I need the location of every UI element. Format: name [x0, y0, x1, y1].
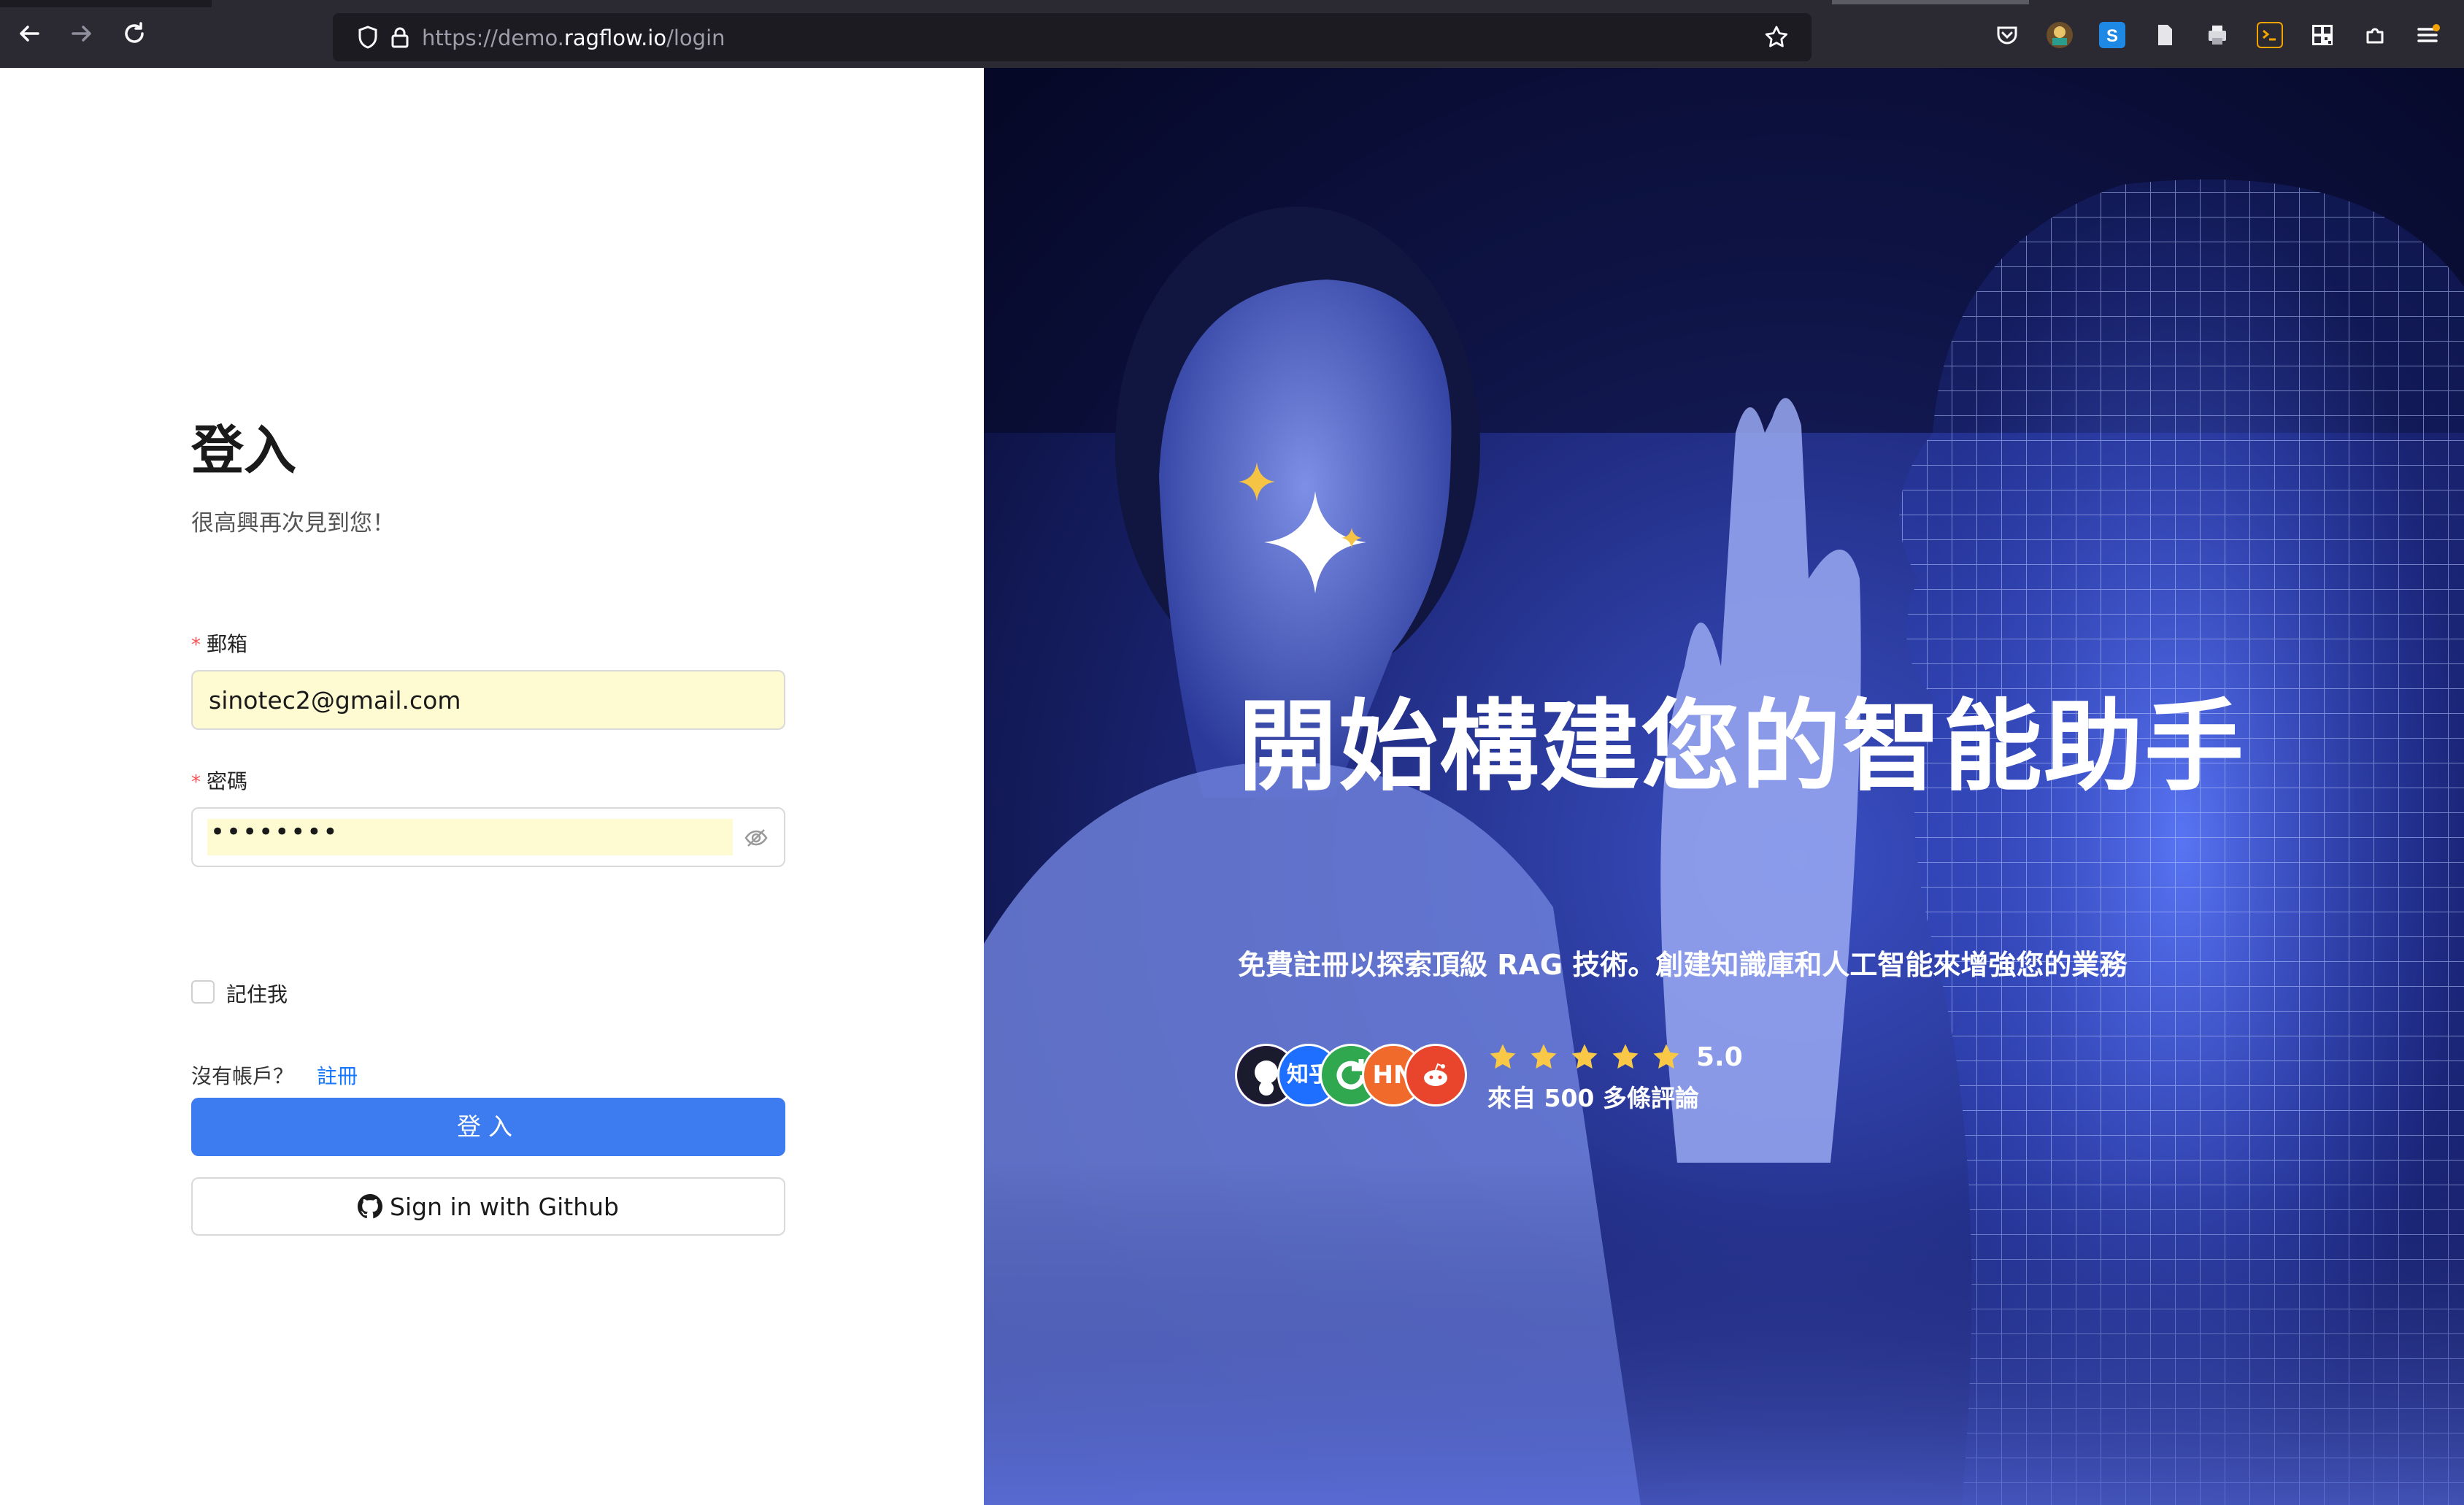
hero-panel: 開始構建您的智能助手 免費註冊以探索頂級 RAG 技術。創建知識庫和人工智能來增…: [984, 68, 2464, 1505]
menu-hamburger-icon[interactable]: [2414, 22, 2441, 48]
email-label: * 郵箱: [191, 628, 247, 658]
page-subtitle: 很高興再次見到您！: [191, 510, 395, 536]
pocket-icon[interactable]: [1994, 22, 2020, 48]
login-button[interactable]: 登入: [191, 1098, 785, 1156]
url-host: ragflow.io: [563, 26, 667, 50]
address-bar[interactable]: https://demo.ragflow.io/login: [333, 13, 1812, 61]
eye-invisible-icon[interactable]: [743, 825, 769, 851]
back-arrow-icon[interactable]: [15, 19, 44, 48]
hero-headline: 開始構建您的智能助手: [1238, 690, 2245, 805]
url-path: /login: [666, 26, 725, 50]
print-icon[interactable]: [2204, 22, 2230, 48]
signup-link[interactable]: 註冊: [317, 1061, 358, 1090]
tab-strip-active: [1832, 0, 2029, 4]
reddit-avatar-icon: [1404, 1044, 1467, 1106]
required-mark: *: [191, 771, 201, 793]
document-icon[interactable]: [2152, 22, 2178, 48]
shield-icon[interactable]: [355, 24, 381, 50]
browser-toolbar: https://demo.ragflow.io/login S: [0, 0, 2464, 68]
github-button-content: Sign in with Github: [193, 1179, 784, 1234]
remember-me-checkbox[interactable]: [191, 980, 215, 1004]
reviews-count: 來自 500 多條評論: [1487, 1084, 1699, 1112]
review-source-avatars: 知乎 HN: [1235, 1044, 1476, 1109]
password-label: * 密碼: [191, 766, 247, 795]
email-field[interactable]: sinotec2@gmail.com: [191, 670, 785, 730]
lock-icon[interactable]: [387, 24, 413, 50]
password-field[interactable]: ••••••••: [191, 807, 785, 867]
star-icon: [1612, 1044, 1639, 1069]
svg-text:S: S: [2106, 26, 2118, 46]
url-text[interactable]: https://demo.ragflow.io/login: [422, 26, 725, 50]
bookmark-star-icon[interactable]: [1763, 24, 1790, 50]
sparkle-icon: [1239, 462, 1366, 593]
github-button-label: Sign in with Github: [390, 1192, 619, 1221]
extension-avatar-icon[interactable]: [2047, 22, 2073, 48]
extensions-puzzle-icon[interactable]: [2362, 22, 2388, 48]
forward-arrow-icon[interactable]: [67, 19, 96, 48]
rating-row: 5.0: [1487, 1039, 1743, 1075]
rating-value: 5.0: [1696, 1042, 1743, 1072]
extension-s-icon[interactable]: S: [2099, 22, 2125, 48]
star-icon: [1531, 1044, 1557, 1069]
remember-me-label: 記住我: [226, 982, 288, 1006]
star-icon: [1653, 1044, 1679, 1069]
reload-icon[interactable]: [120, 19, 149, 48]
qr-code-icon[interactable]: [2309, 22, 2336, 48]
star-icon: [1571, 1044, 1598, 1069]
github-signin-button[interactable]: Sign in with Github: [191, 1177, 785, 1236]
required-mark: *: [191, 634, 201, 656]
github-icon: [358, 1194, 382, 1219]
password-label-text: 密碼: [207, 769, 248, 793]
url-prefix: https://demo.: [422, 26, 564, 50]
email-label-text: 郵箱: [207, 632, 248, 656]
tab-strip: [0, 0, 212, 7]
email-value: sinotec2@gmail.com: [209, 686, 461, 715]
login-panel: 登入 很高興再次見到您！ * 郵箱 sinotec2@gmail.com * 密碼 …: [0, 68, 984, 1505]
hero-tagline: 免費註冊以探索頂級 RAG 技術。創建知識庫和人工智能來增強您的業務: [1238, 949, 2128, 981]
terminal-icon[interactable]: [2257, 22, 2283, 48]
no-account-text: 沒有帳戶？: [191, 1064, 294, 1088]
password-value: ••••••••: [210, 817, 339, 847]
page-title: 登入: [191, 420, 297, 481]
star-icon: [1490, 1044, 1516, 1069]
